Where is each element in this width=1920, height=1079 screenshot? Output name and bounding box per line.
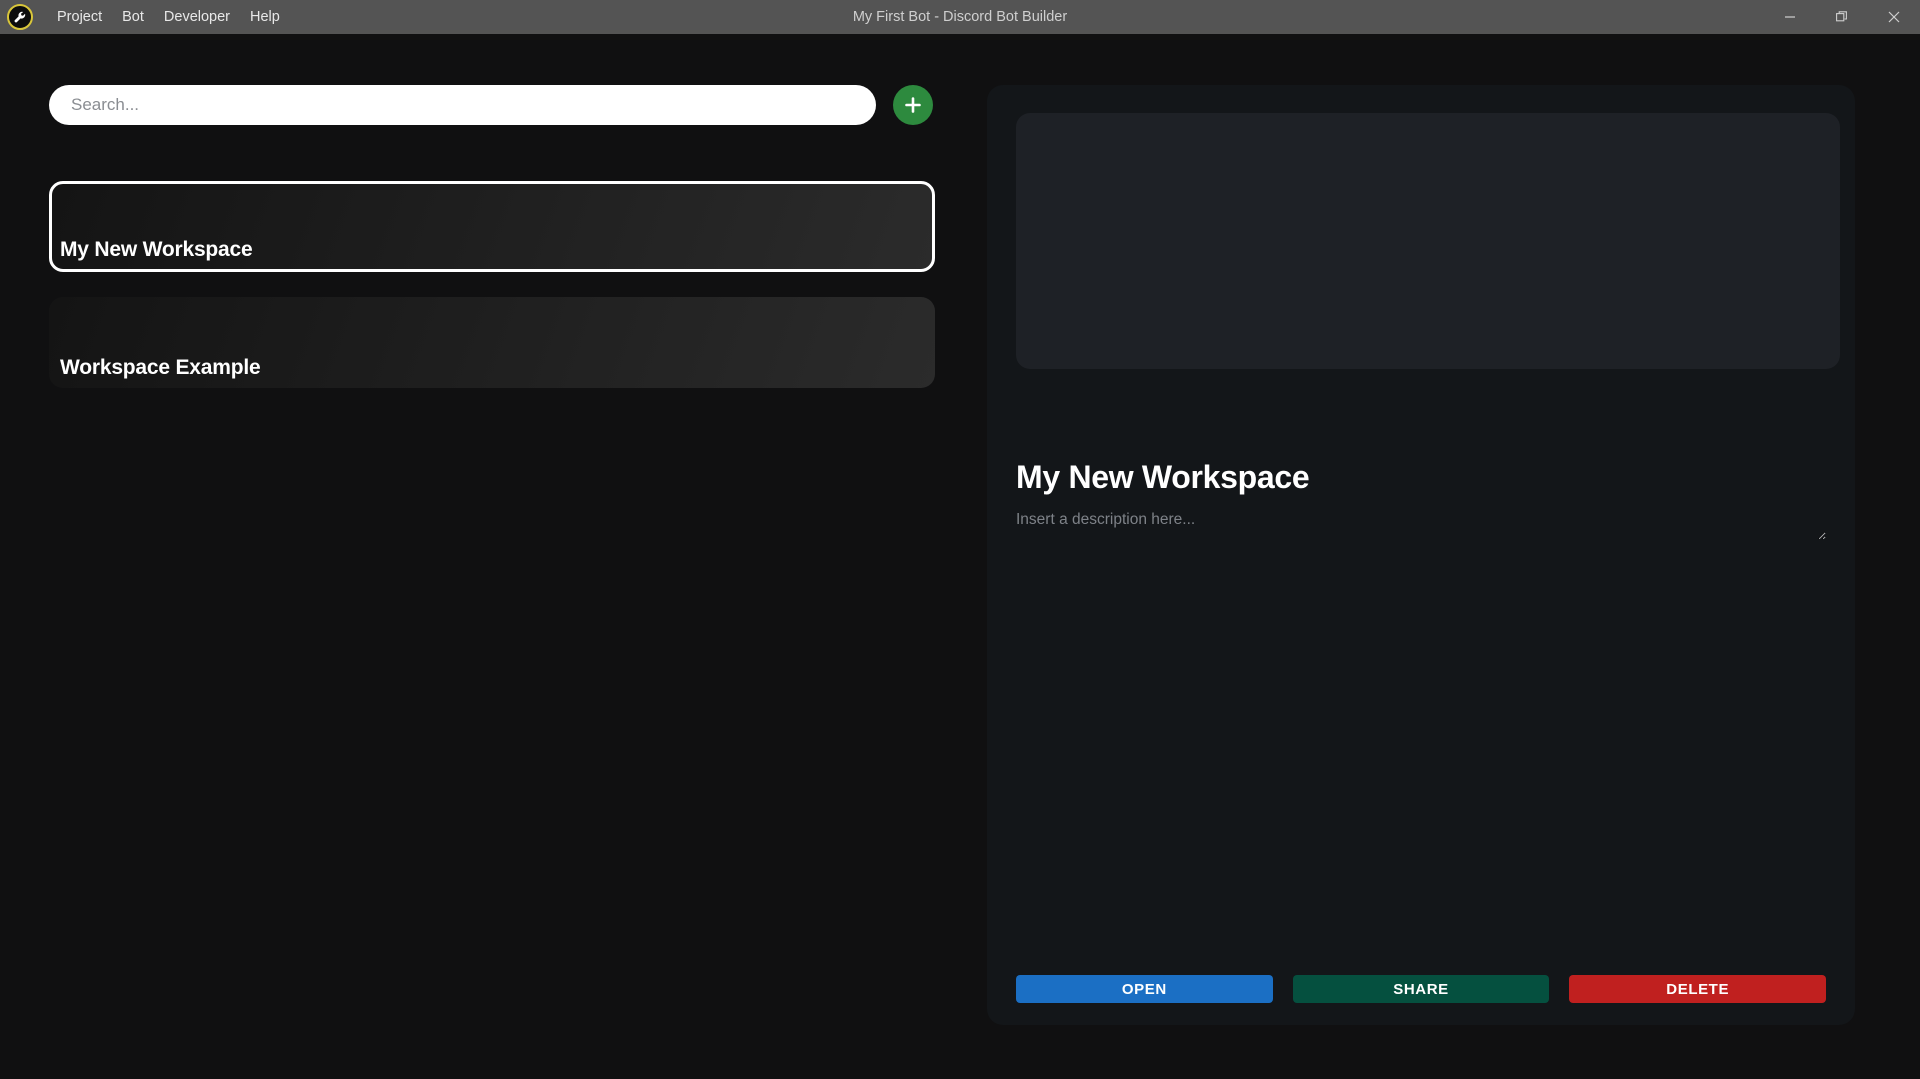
menu-item-bot[interactable]: Bot <box>112 0 154 34</box>
add-workspace-button[interactable] <box>893 85 933 125</box>
bot-wrench-logo-icon <box>7 4 33 30</box>
plus-icon <box>904 96 922 114</box>
restore-window-icon[interactable] <box>1816 0 1868 34</box>
workspace-card-workspace-example[interactable]: Workspace Example <box>49 297 935 388</box>
workspace-action-buttons: OPEN SHARE DELETE <box>1016 975 1827 1003</box>
workspace-card-my-new-workspace[interactable]: My New Workspace <box>49 181 935 272</box>
share-button[interactable]: SHARE <box>1292 975 1550 1003</box>
delete-button[interactable]: DELETE <box>1569 975 1827 1003</box>
workspace-card-title: Workspace Example <box>60 356 261 379</box>
workspace-detail-title: My New Workspace <box>1016 459 1310 495</box>
window-controls <box>1764 0 1920 34</box>
main-content: My New Workspace Workspace Example My Ne… <box>0 34 1920 1079</box>
menu-item-help[interactable]: Help <box>240 0 290 34</box>
workspace-banner-image[interactable] <box>1016 113 1840 369</box>
workspace-description-input[interactable] <box>1016 510 1826 540</box>
titlebar: Project Bot Developer Help My First Bot … <box>0 0 1920 34</box>
workspace-detail-panel: My New Workspace OPEN SHARE DELETE <box>987 85 1855 1025</box>
open-button[interactable]: OPEN <box>1016 975 1273 1003</box>
search-row <box>49 85 935 125</box>
menubar: Project Bot Developer Help <box>47 0 290 34</box>
workspace-list: My New Workspace Workspace Example <box>49 181 935 413</box>
close-icon[interactable] <box>1868 0 1920 34</box>
menu-item-developer[interactable]: Developer <box>154 0 240 34</box>
minimize-icon[interactable] <box>1764 0 1816 34</box>
menu-item-project[interactable]: Project <box>47 0 112 34</box>
workspace-list-pane: My New Workspace Workspace Example <box>0 34 985 1079</box>
workspace-card-title: My New Workspace <box>60 238 253 261</box>
search-input[interactable] <box>49 85 876 125</box>
